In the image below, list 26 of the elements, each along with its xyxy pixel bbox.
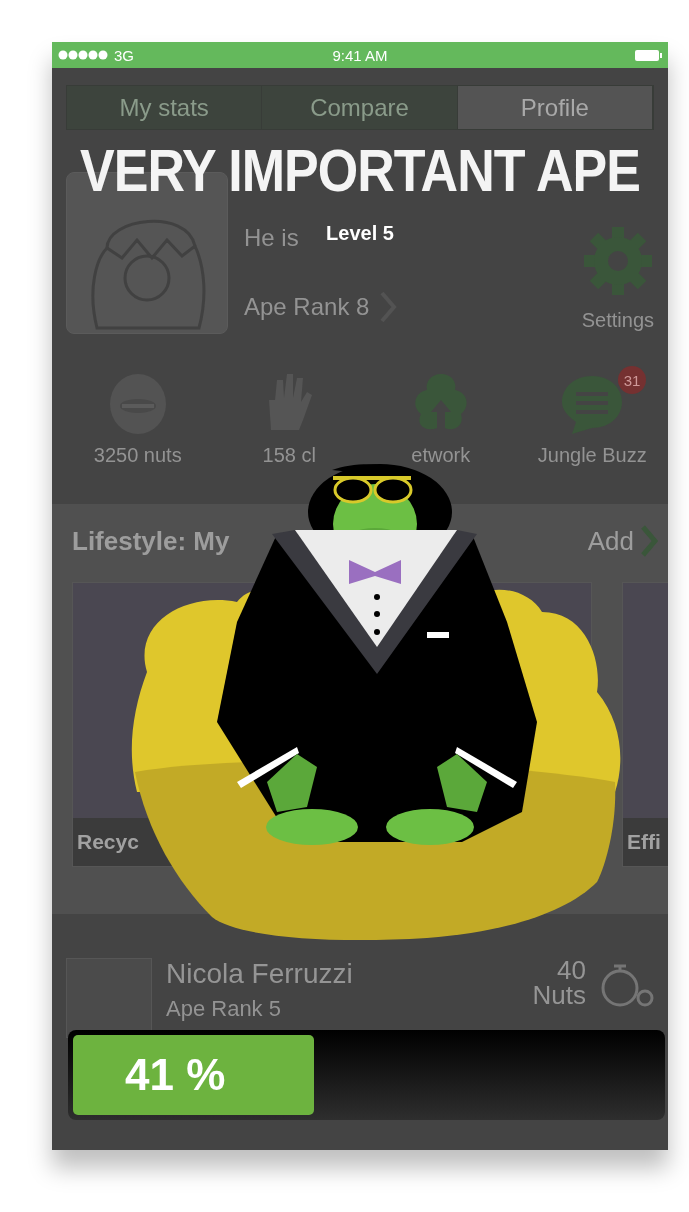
network-label: 3G [114,46,134,64]
notification-badge: 31 [618,366,646,394]
rank-link[interactable]: Ape Rank 8 [244,293,370,321]
progress-fill: 41 % [73,1035,314,1115]
clock-time: 9:41 AM [332,46,388,64]
settings-label: Settings [581,309,654,332]
lifestyle-card[interactable]: Effi [622,582,668,867]
status-text: He is [244,224,299,252]
tab[interactable]: My stats [67,86,263,129]
signal-icon [58,49,108,61]
stat-label: 158 cl [262,444,316,467]
stat-label: 3250 nuts [93,444,182,467]
section-title: Lifestyle: My [72,525,230,557]
player-rank: Ape Rank 5 [166,996,282,1022]
card-label: Effi [623,818,668,866]
nuts-count: 40 [557,958,586,983]
tab[interactable]: Profile [457,86,653,129]
tab[interactable]: Compare [262,86,458,129]
battery-icon [635,49,662,61]
achievement-title: VERY IMPORTANT APE [80,140,640,200]
stat-label: Jungle Buzz [537,444,647,467]
stat-label: etwork [411,444,471,467]
level-label: Level 5 [326,222,394,245]
add-link[interactable]: Add [587,525,634,557]
player-name: Nicola Ferruzzi [166,958,354,990]
nuts-unit: Nuts [532,982,586,1008]
